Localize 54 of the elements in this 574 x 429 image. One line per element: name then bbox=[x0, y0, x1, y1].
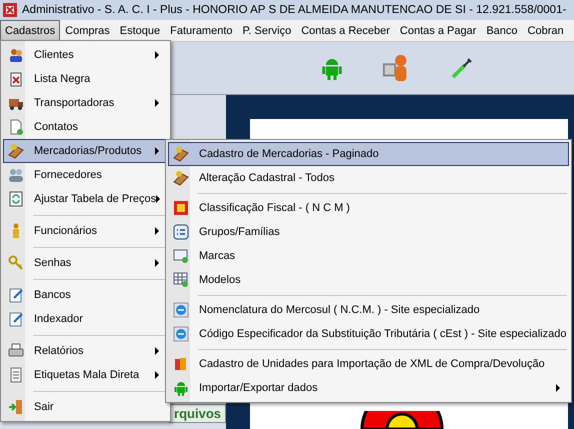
notepad-icon bbox=[8, 287, 24, 303]
refresh-icon bbox=[8, 191, 24, 207]
tab[interactable]: rquivos bbox=[169, 404, 226, 423]
menu-item[interactable]: Ajustar Tabela de Preços bbox=[3, 187, 168, 211]
clipboard-icon bbox=[8, 71, 24, 87]
menu-item[interactable]: Código Especificador da Substituição Tributária ( cEst ) - Site especializado bbox=[168, 322, 569, 346]
list-icon bbox=[8, 367, 24, 383]
document-icon bbox=[8, 119, 24, 135]
menu-bar-item[interactable]: Faturamento bbox=[165, 20, 238, 41]
menu-item[interactable]: Sair bbox=[3, 395, 168, 419]
menu-item[interactable]: Grupos/Famílias bbox=[168, 220, 569, 244]
menu-item[interactable]: Senhas bbox=[3, 251, 168, 275]
menu-item[interactable]: Mercadorias/Produtos bbox=[3, 139, 168, 163]
syringe-icon[interactable] bbox=[450, 56, 474, 80]
menu-bar-item[interactable]: Contas a Pagar bbox=[394, 20, 482, 41]
users-icon bbox=[8, 167, 24, 183]
printer-icon bbox=[8, 343, 24, 359]
notepad-icon bbox=[8, 311, 24, 327]
menu-bar-item[interactable]: Contas a Receber bbox=[296, 20, 395, 41]
menu-item[interactable]: Importar/Exportar dados bbox=[168, 376, 569, 400]
menu-item[interactable]: Relatórios bbox=[3, 339, 168, 363]
menu-item[interactable]: Marcas bbox=[168, 244, 569, 268]
menu-bar-item[interactable]: P. Serviço bbox=[238, 20, 296, 41]
menu-item[interactable]: Classificação Fiscal - ( N C M ) bbox=[168, 196, 569, 220]
menu-item[interactable]: Lista Negra bbox=[3, 67, 168, 91]
menu-bar-item[interactable]: Cadastros bbox=[0, 20, 60, 41]
android-icon[interactable] bbox=[320, 56, 344, 80]
menu-bar-item[interactable]: Cobran bbox=[522, 20, 569, 41]
menu-item[interactable]: Cadastro de Unidades para Importação de XML de Compra/Devolução bbox=[168, 352, 569, 376]
menu-item[interactable]: Funcionários bbox=[3, 219, 168, 243]
key-icon bbox=[8, 255, 24, 271]
menu-item[interactable]: Clientes bbox=[3, 43, 168, 67]
menu-item[interactable]: Indexador bbox=[3, 307, 168, 331]
menu-item[interactable]: Nomenclatura do Mercosul ( N.C.M. ) - Site especializado bbox=[168, 298, 569, 322]
app-icon bbox=[2, 2, 18, 18]
books-icon bbox=[173, 356, 189, 372]
menu-item[interactable]: Bancos bbox=[3, 283, 168, 307]
menu-bar-item[interactable]: Compras bbox=[60, 20, 115, 41]
exit-icon bbox=[8, 399, 24, 415]
android-icon bbox=[173, 380, 189, 396]
menu-bar-item[interactable]: Banco bbox=[481, 20, 523, 41]
menu-item[interactable]: Modelos bbox=[168, 268, 569, 292]
menu-item[interactable]: Cadastro de Mercadorias - Paginado bbox=[168, 142, 569, 166]
table-icon bbox=[173, 272, 189, 288]
menu-item[interactable]: Alteração Cadastral - Todos bbox=[168, 166, 569, 190]
people-icon bbox=[8, 47, 24, 63]
card-icon bbox=[173, 248, 189, 264]
menu-item[interactable]: Fornecedores bbox=[3, 163, 168, 187]
window-title: Administrativo - S. A. C. I - Plus - HONORIO AP S DE ALMEIDA MANUTENCAO DE SI - 12.921.558/0001- bbox=[22, 4, 566, 16]
menu-bar-item[interactable]: Estoque bbox=[114, 20, 166, 41]
menu-item[interactable]: Contatos bbox=[3, 115, 168, 139]
menu-item[interactable]: Transportadoras bbox=[3, 91, 168, 115]
menu-item[interactable]: Etiquetas Mala Direta bbox=[3, 363, 168, 387]
list-icon bbox=[173, 224, 189, 240]
